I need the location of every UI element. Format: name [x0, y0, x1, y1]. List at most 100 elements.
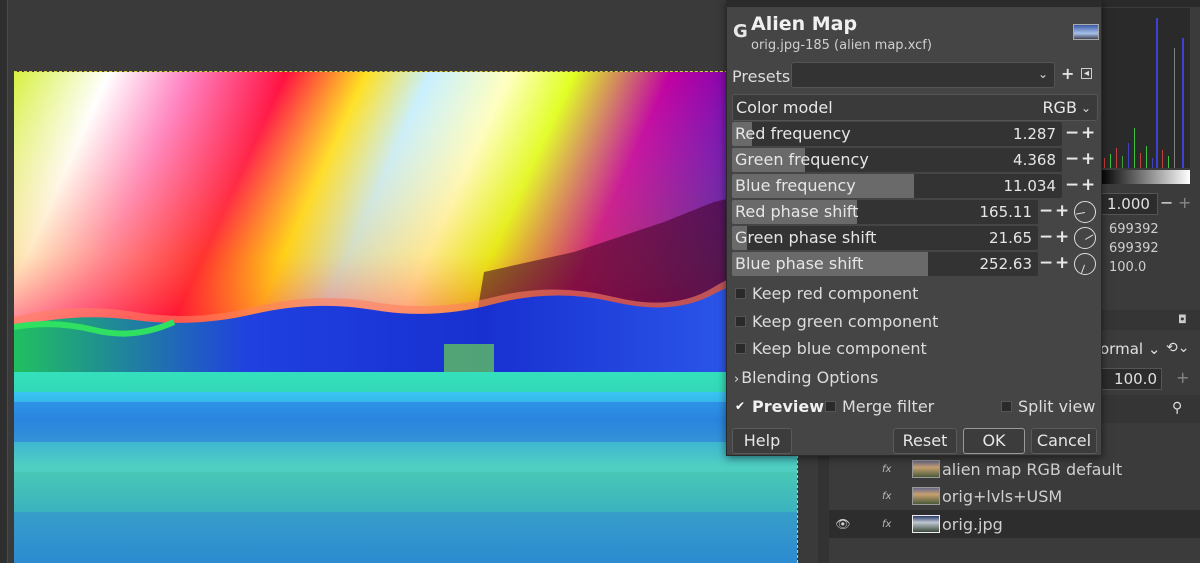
green-frequency-minus-button[interactable]: − — [1065, 149, 1079, 169]
keep-blue-checkbox[interactable]: Keep blue component — [735, 339, 927, 358]
dial-hand — [1085, 234, 1094, 240]
blending-options-expander[interactable]: › Blending Options — [734, 368, 878, 387]
blue-phase-shift-minus-button[interactable]: − — [1039, 253, 1053, 273]
fx-icon[interactable]: fx — [882, 491, 904, 502]
green-frequency-slider[interactable]: Green frequency 4.368 — [732, 148, 1062, 172]
layers-toolbar — [1100, 395, 1200, 423]
slider-value: 165.11 — [979, 203, 1033, 221]
left-ruler — [0, 0, 8, 563]
reset-button[interactable]: Reset — [893, 428, 957, 454]
opacity-input[interactable]: 100.0 — [1100, 368, 1162, 390]
color-model-label: Color model — [736, 98, 833, 117]
gamma-minus-button[interactable]: − — [1160, 193, 1173, 212]
fx-icon[interactable]: fx — [882, 519, 904, 530]
checkbox-box[interactable] — [1001, 401, 1012, 412]
canvas-area[interactable] — [0, 0, 818, 563]
histogram-gradient-strip — [1100, 170, 1190, 184]
slider-value: 11.034 — [1003, 177, 1057, 195]
blue-phase-shift-plus-button[interactable]: + — [1055, 253, 1069, 273]
dialog-title: Alien Map — [751, 13, 858, 35]
dialog-subtitle: orig.jpg-185 (alien map.xcf) — [751, 38, 932, 53]
red-phase-shift-plus-button[interactable]: + — [1055, 201, 1069, 221]
checkbox-box[interactable] — [735, 343, 746, 354]
alien-map-preview-image — [14, 72, 797, 563]
checkbox-box[interactable] — [735, 316, 746, 327]
histogram-bars — [1104, 18, 1184, 168]
image-canvas[interactable] — [14, 71, 798, 563]
gamma-plus-button[interactable]: + — [1178, 193, 1191, 212]
layer-name: alien map RGB default — [942, 459, 1123, 479]
checkbox-label: Keep blue component — [752, 339, 927, 358]
layer-row[interactable]: fx alien map RGB default — [829, 455, 1200, 483]
slider-value: 252.63 — [979, 255, 1033, 273]
alien-map-dialog: G Alien Map orig.jpg-185 (alien map.xcf)… — [726, 0, 1102, 456]
red-phase-shift-slider[interactable]: Red phase shift 165.11 — [732, 200, 1038, 224]
eye-icon[interactable]: 👁 — [832, 517, 854, 531]
slider-label: Red frequency — [735, 124, 851, 143]
presets-menu-icon[interactable]: ◂ — [1081, 68, 1092, 79]
dial-hand — [1080, 264, 1085, 274]
dock-menu-icon[interactable]: ◘ — [1178, 313, 1187, 326]
red-frequency-slider[interactable]: Red frequency 1.287 — [732, 122, 1062, 146]
layer-name: orig+lvls+USM — [942, 486, 1063, 506]
help-button[interactable]: Help — [732, 428, 792, 454]
cancel-button[interactable]: Cancel — [1031, 428, 1097, 454]
green-phase-shift-plus-button[interactable]: + — [1055, 227, 1069, 247]
red-frequency-plus-button[interactable]: + — [1081, 123, 1095, 143]
green-phase-shift-minus-button[interactable]: − — [1039, 227, 1053, 247]
presets-label: Presets: — [732, 67, 796, 86]
histogram-header — [1100, 0, 1200, 7]
checkbox-label: Keep red component — [752, 284, 919, 303]
blending-options-label: Blending Options — [741, 368, 879, 387]
blue-frequency-plus-button[interactable]: + — [1081, 175, 1095, 195]
drawable-thumbnail — [1073, 24, 1099, 40]
layer-row[interactable]: 👁 fx orig.jpg — [829, 510, 1200, 538]
add-preset-button[interactable]: + — [1061, 64, 1074, 83]
check-icon[interactable]: ✔ — [735, 400, 748, 412]
green-phase-dial-icon[interactable] — [1074, 227, 1096, 249]
mode-reset-icon[interactable]: ⟲⌄ — [1166, 340, 1189, 356]
red-phase-shift-minus-button[interactable]: − — [1039, 201, 1053, 221]
slider-value: 4.368 — [1013, 151, 1056, 169]
merge-filter-label: Merge filter — [842, 397, 935, 416]
histogram — [1100, 8, 1190, 168]
merge-filter-checkbox[interactable]: Merge filter — [825, 397, 934, 416]
blue-frequency-slider[interactable]: Blue frequency 11.034 — [732, 174, 1062, 198]
preview-checkbox[interactable]: ✔ Preview — [735, 397, 824, 416]
slider-label: Green frequency — [735, 150, 869, 169]
keep-red-checkbox[interactable]: Keep red component — [735, 284, 918, 303]
green-frequency-plus-button[interactable]: + — [1081, 149, 1095, 169]
slider-label: Blue phase shift — [735, 254, 864, 273]
red-frequency-minus-button[interactable]: − — [1065, 123, 1079, 143]
fx-icon[interactable]: fx — [882, 464, 904, 475]
layer-row[interactable]: fx orig+lvls+USM — [829, 482, 1200, 510]
opacity-plus-button[interactable]: + — [1176, 368, 1189, 387]
blue-phase-shift-slider[interactable]: Blue phase shift 252.63 — [732, 252, 1038, 276]
gamma-input[interactable]: 1.000 — [1100, 193, 1158, 215]
layer-name: orig.jpg — [942, 514, 1003, 534]
ok-button[interactable]: OK — [963, 428, 1025, 454]
dial-hand — [1075, 212, 1085, 215]
blue-frequency-minus-button[interactable]: − — [1065, 175, 1079, 195]
red-phase-dial-icon[interactable] — [1074, 201, 1096, 223]
slider-label: Red phase shift — [735, 202, 859, 221]
keep-green-checkbox[interactable]: Keep green component — [735, 312, 938, 331]
chevron-down-icon: ⌄ — [1147, 340, 1161, 358]
checkbox-label: Keep green component — [752, 312, 939, 331]
search-icon[interactable]: ⚲ — [1172, 400, 1182, 416]
checkbox-box[interactable] — [825, 401, 836, 412]
split-view-checkbox[interactable]: Split view — [1001, 397, 1095, 416]
chevron-down-icon: ⌄ — [1080, 100, 1091, 115]
green-phase-shift-slider[interactable]: Green phase shift 21.65 — [732, 226, 1038, 250]
slider-value: 1.287 — [1013, 125, 1056, 143]
info-value-1: 699392 — [1109, 222, 1159, 237]
layer-mode-combo[interactable]: ormal ⌄ — [1100, 340, 1162, 362]
color-model-combo[interactable]: Color model RGB ⌄ — [732, 94, 1098, 121]
info-value-2: 699392 — [1109, 241, 1159, 256]
checkbox-box[interactable] — [735, 288, 746, 299]
chevron-down-icon: ⌄ — [1037, 67, 1048, 81]
blue-phase-dial-icon[interactable] — [1074, 253, 1096, 275]
layer-thumbnail — [912, 487, 940, 505]
dialog-titlebar[interactable] — [727, 1, 1101, 7]
presets-combo[interactable]: ⌄ — [791, 62, 1055, 88]
